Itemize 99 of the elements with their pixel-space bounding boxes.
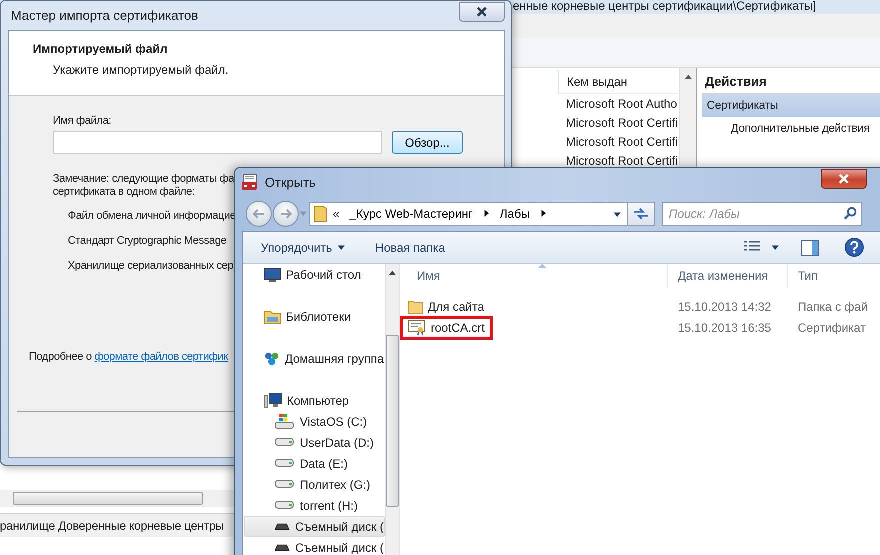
back-arrow-icon <box>253 208 265 218</box>
table-cell-text: Microsoft Root Certifi <box>565 114 679 132</box>
refresh-icon <box>633 206 649 220</box>
drive-icon <box>275 522 290 531</box>
column-header[interactable]: Тип <box>788 264 880 288</box>
table-cell-text: Microsoft Root Certifi <box>565 152 679 170</box>
organize-button[interactable]: Упорядочить <box>253 238 354 258</box>
certificate-icon <box>408 320 426 336</box>
breadcrumb[interactable]: _Курс Web-Мастеринг <box>346 206 477 220</box>
caret-icon <box>772 244 779 251</box>
file-name[interactable]: rootCA.crt <box>400 316 494 340</box>
info-text: Подробнее о <box>29 351 93 363</box>
network-icon <box>264 350 280 366</box>
breadcrumb[interactable]: Лабы <box>496 206 534 220</box>
close-button[interactable] <box>459 2 505 22</box>
date-cell-text: 15.10.2013 16:35 <box>677 320 772 334</box>
note-text: Замечание: следующие форматы фа сертификата в одном файле: <box>53 173 234 199</box>
nav-label: Политех (G:) <box>300 478 371 492</box>
address-bar[interactable]: « _Курс Web-Мастеринг Лабы <box>309 202 628 226</box>
sort-arrow-icon <box>538 263 547 269</box>
chevron-icon <box>540 210 547 217</box>
scroll-up-icon <box>684 74 692 81</box>
drive-icon <box>275 543 290 552</box>
pane-icon <box>801 240 819 256</box>
file-name[interactable]: Для сайта <box>408 299 484 314</box>
format-item: Стандарт Cryptographic Message <box>68 234 227 248</box>
nav-item[interactable]: Рабочий стол <box>244 264 385 285</box>
nav-item[interactable]: Компьютер <box>244 390 385 411</box>
date-cell-text: 15.10.2013 14:32 <box>677 300 772 314</box>
folder-icon <box>408 299 423 314</box>
file-name-field[interactable] <box>53 131 382 154</box>
window-icon <box>242 174 259 191</box>
search-icon <box>844 206 857 220</box>
nav-label: Съемный диск ( <box>295 540 384 554</box>
window-title: Открыть <box>265 175 318 190</box>
file-name-text: rootCA.crt <box>431 320 486 334</box>
nav-item[interactable]: Data (E:) <box>244 453 385 474</box>
type-cell-text: Сертификат <box>797 320 867 334</box>
nav-item[interactable]: Съемный диск ( <box>244 537 385 555</box>
nav-label: Домашняя группа <box>284 352 384 366</box>
overflow-text: « <box>333 206 340 220</box>
nav-label: Data (E:) <box>300 456 348 470</box>
close-button[interactable] <box>821 168 867 188</box>
scrollbar[interactable] <box>385 264 399 555</box>
nav-item[interactable]: UserData (D:) <box>244 432 385 453</box>
nav-label: torrent (H:) <box>300 498 358 512</box>
wizard-subheading: Укажите импортируемый файл. <box>53 63 230 77</box>
caret-icon <box>614 210 621 218</box>
caret-icon <box>338 244 346 251</box>
column-header[interactable]: Имя <box>400 264 668 288</box>
forward-arrow-icon <box>280 208 292 218</box>
monitor-icon <box>264 268 281 282</box>
field-label: Имя файла: <box>53 115 112 127</box>
format-item: Хранилище сериализованных сер <box>68 259 234 273</box>
nav-item[interactable]: Политех (G:) <box>244 474 385 495</box>
caret-icon <box>300 210 307 217</box>
table-cell-text: Microsoft Root Autho <box>565 96 678 112</box>
refresh-button[interactable] <box>628 202 655 226</box>
nav-item[interactable]: Съемный диск ( <box>244 516 385 537</box>
table-cell-text: Microsoft Root Certifi <box>565 134 679 150</box>
close-icon <box>838 174 850 184</box>
computer-icon <box>264 392 282 408</box>
scroll-up-icon <box>389 270 396 277</box>
nav-label: Съемный диск ( <box>295 520 384 534</box>
library-folder-icon <box>264 309 281 324</box>
column-header[interactable]: Дата изменения <box>668 264 788 288</box>
drive-icon <box>275 438 295 447</box>
wizard-heading: Импортируемый файл <box>33 42 169 56</box>
drive-icon <box>275 459 295 468</box>
nav-label: VistaOS (C:) <box>300 414 368 428</box>
nav-label: UserData (D:) <box>300 436 374 450</box>
nav-label: Компьютер <box>287 394 350 408</box>
drive-icon <box>275 414 295 430</box>
close-icon <box>476 6 488 16</box>
folder-icon <box>314 205 327 222</box>
window-title: енные корневые центры сертификации\Сертификаты] <box>513 0 816 12</box>
nav-item[interactable]: Домашняя группа <box>244 348 385 369</box>
window-title: Мастер импорта сертификатов <box>11 8 198 23</box>
format-item: Файл обмена личной информацие <box>68 209 236 223</box>
list-view-icon <box>744 241 760 254</box>
format-link[interactable]: формате файлов сертифик <box>94 351 228 363</box>
new-folder-button[interactable]: Новая папка <box>367 238 454 258</box>
nav-label: Библиотеки <box>286 310 352 324</box>
nav-label: Рабочий стол <box>286 268 362 282</box>
drive-icon <box>275 480 295 489</box>
action-item[interactable]: Сертификаты <box>702 94 880 117</box>
nav-item[interactable]: torrent (H:) <box>244 495 385 516</box>
chevron-icon <box>482 210 490 217</box>
forward-button[interactable] <box>273 200 299 226</box>
action-item[interactable]: Дополнительные действия <box>702 117 880 140</box>
search-field[interactable]: Поиск: Лабы <box>662 202 862 226</box>
file-name-text: Для сайта <box>428 300 484 314</box>
browse-button[interactable]: Обзор... <box>392 131 463 154</box>
type-cell-text: Папка с фай <box>797 300 869 314</box>
drive-icon <box>275 501 295 510</box>
nav-item[interactable]: Библиотеки <box>244 306 385 327</box>
help-icon <box>845 238 864 257</box>
nav-item[interactable]: VistaOS (C:) <box>244 411 385 432</box>
back-button[interactable] <box>246 200 272 226</box>
